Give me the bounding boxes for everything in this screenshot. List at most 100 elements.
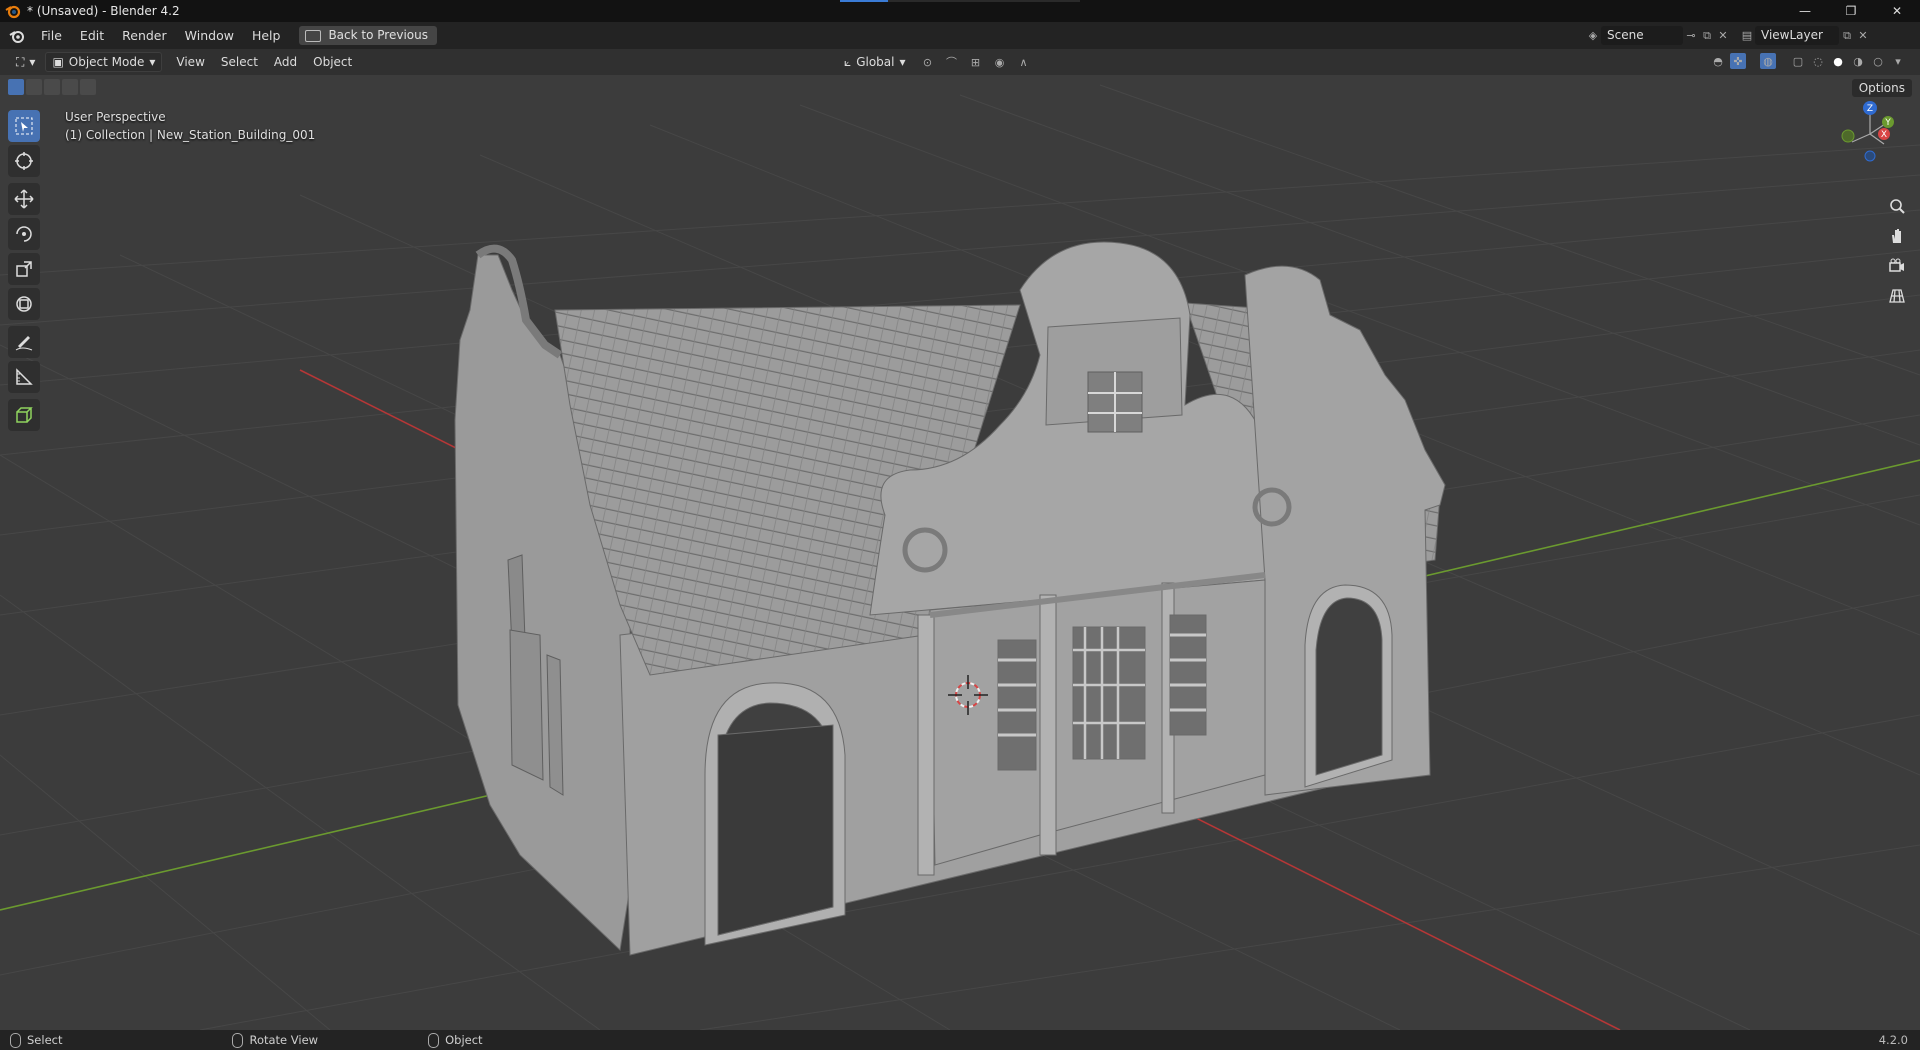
minimize-button[interactable]: —: [1782, 0, 1828, 22]
svg-text:Z: Z: [1867, 104, 1873, 114]
3d-viewport[interactable]: Options User Perspective (1) Collection …: [0, 75, 1920, 1030]
wireframe-shading-icon[interactable]: ◌: [1810, 53, 1826, 69]
mouse-left-icon: [10, 1032, 21, 1048]
status-select: Select: [10, 1032, 63, 1048]
navigation-tools: [1884, 193, 1910, 313]
collection-info-label: (1) Collection | New_Station_Building_00…: [65, 128, 316, 142]
status-rotate-label: Rotate View: [249, 1033, 319, 1047]
view-layer-field[interactable]: ViewLayer: [1755, 26, 1839, 45]
menu-add[interactable]: Add: [266, 55, 305, 69]
perspective-toggle-icon[interactable]: [1884, 283, 1910, 309]
scene-selector-group: ◈ Scene ⊸ ⧉ ✕ ▤ ViewLayer ⧉ ✕: [1585, 25, 1871, 46]
new-view-layer-icon[interactable]: ⧉: [1839, 28, 1855, 44]
scale-tool-icon[interactable]: [8, 253, 40, 285]
move-tool-icon[interactable]: [8, 183, 40, 215]
select-invert-icon[interactable]: [62, 79, 78, 95]
select-new-icon[interactable]: [8, 79, 24, 95]
svg-text:X: X: [1881, 130, 1887, 140]
pin-icon[interactable]: ⊸: [1683, 28, 1699, 44]
snap-toggle-icon[interactable]: ⌒: [944, 54, 960, 70]
menu-edit[interactable]: Edit: [71, 22, 113, 49]
window-title: * (Unsaved) - Blender 4.2: [27, 4, 180, 18]
back-to-previous-label: Back to Previous: [328, 28, 428, 42]
xray-toggle-icon[interactable]: ▢: [1790, 53, 1806, 69]
menu-select[interactable]: Select: [213, 55, 266, 69]
menu-help[interactable]: Help: [243, 22, 290, 49]
delete-view-layer-icon[interactable]: ✕: [1855, 28, 1871, 44]
progress-bar: [840, 0, 1080, 2]
screen-icon: [305, 29, 322, 42]
cursor-tool-icon[interactable]: [8, 145, 40, 177]
select-box-tool-icon[interactable]: [8, 110, 40, 142]
editor-type-dropdown[interactable]: ⛶ ▾: [10, 53, 41, 71]
chevron-down-icon: ▾: [29, 55, 36, 69]
annotate-tool-icon[interactable]: [8, 326, 40, 358]
view-layer-icon[interactable]: ▤: [1739, 28, 1755, 44]
menu-render[interactable]: Render: [113, 22, 176, 49]
mouse-middle-icon: [232, 1032, 244, 1048]
delete-scene-icon[interactable]: ✕: [1715, 28, 1731, 44]
pivot-icon[interactable]: ⊙: [920, 54, 936, 70]
menu-view[interactable]: View: [168, 55, 212, 69]
gizmo-toggle-icon[interactable]: ✜: [1730, 53, 1746, 69]
material-shading-icon[interactable]: ◑: [1850, 53, 1866, 69]
status-bar: Select Rotate View Object 4.2.0: [0, 1030, 1920, 1050]
measure-tool-icon[interactable]: [8, 361, 40, 393]
mouse-right-icon: [428, 1032, 440, 1048]
proportional-edit-icon[interactable]: ◉: [992, 54, 1008, 70]
object-mode-icon: ▣: [52, 55, 64, 69]
building-model: [454, 241, 1446, 956]
chevron-down-icon: ▾: [149, 55, 156, 69]
tool-shelf: [8, 110, 42, 434]
title-bar: * (Unsaved) - Blender 4.2 — ❐ ✕: [0, 0, 1920, 22]
close-button[interactable]: ✕: [1874, 0, 1920, 22]
orientation-label: Global: [856, 55, 895, 69]
visibility-icon[interactable]: ◓: [1710, 53, 1726, 69]
viewport-grid: [0, 84, 1920, 1030]
version-label: 4.2.0: [1878, 1033, 1908, 1047]
select-subtract-icon[interactable]: [44, 79, 60, 95]
selection-mode-bar: [8, 79, 96, 95]
editor-type-icon: ⛶: [16, 55, 25, 69]
blender-menu-icon[interactable]: [8, 27, 26, 45]
new-scene-icon[interactable]: ⧉: [1699, 28, 1715, 44]
snap-target-icon[interactable]: ⊞: [968, 54, 984, 70]
rotate-tool-icon[interactable]: [8, 218, 40, 250]
scene-field[interactable]: Scene: [1601, 26, 1683, 45]
mode-label: Object Mode: [68, 55, 145, 69]
restore-button[interactable]: ❐: [1828, 0, 1874, 22]
menu-window[interactable]: Window: [176, 22, 243, 49]
shading-options-icon[interactable]: ▾: [1890, 53, 1906, 69]
options-dropdown[interactable]: Options: [1851, 79, 1912, 97]
camera-view-icon[interactable]: [1884, 253, 1910, 279]
svg-text:Y: Y: [1884, 118, 1891, 128]
rendered-shading-icon[interactable]: ○: [1870, 53, 1886, 69]
chevron-down-icon: ▾: [899, 55, 906, 69]
back-to-previous-button[interactable]: Back to Previous: [299, 26, 437, 45]
overlay-toggle-icon[interactable]: ◍: [1760, 53, 1776, 69]
transform-tool-icon[interactable]: [8, 288, 40, 320]
select-extend-icon[interactable]: [26, 79, 42, 95]
add-cube-tool-icon[interactable]: [8, 399, 40, 431]
solid-shading-icon[interactable]: ●: [1830, 53, 1846, 69]
status-select-label: Select: [27, 1033, 63, 1047]
progress-fill: [840, 0, 888, 2]
viewport-header: ⛶ ▾ ▣ Object Mode ▾ View Select Add Objec…: [0, 49, 1920, 75]
navigation-gizmo[interactable]: Z Y X: [1840, 100, 1900, 164]
status-object: Object: [428, 1032, 483, 1048]
perspective-label: User Perspective: [65, 110, 166, 124]
menu-object[interactable]: Object: [305, 55, 360, 69]
orientation-icon: ⟀: [844, 55, 852, 69]
zoom-icon[interactable]: [1884, 193, 1910, 219]
select-intersect-icon[interactable]: [80, 79, 96, 95]
transform-orientation-dropdown[interactable]: ⟀ Global ▾: [838, 53, 912, 71]
falloff-icon[interactable]: ∧: [1016, 54, 1032, 70]
pan-hand-icon[interactable]: [1884, 223, 1910, 249]
viewport-info: User Perspective (1) Collection | New_St…: [65, 108, 315, 144]
scene-icon[interactable]: ◈: [1585, 28, 1601, 44]
status-object-label: Object: [445, 1033, 483, 1047]
status-rotate-view: Rotate View: [232, 1032, 319, 1048]
menu-bar: File Edit Render Window Help Back to Pre…: [0, 22, 1920, 49]
menu-file[interactable]: File: [32, 22, 71, 49]
mode-dropdown[interactable]: ▣ Object Mode ▾: [45, 52, 163, 72]
